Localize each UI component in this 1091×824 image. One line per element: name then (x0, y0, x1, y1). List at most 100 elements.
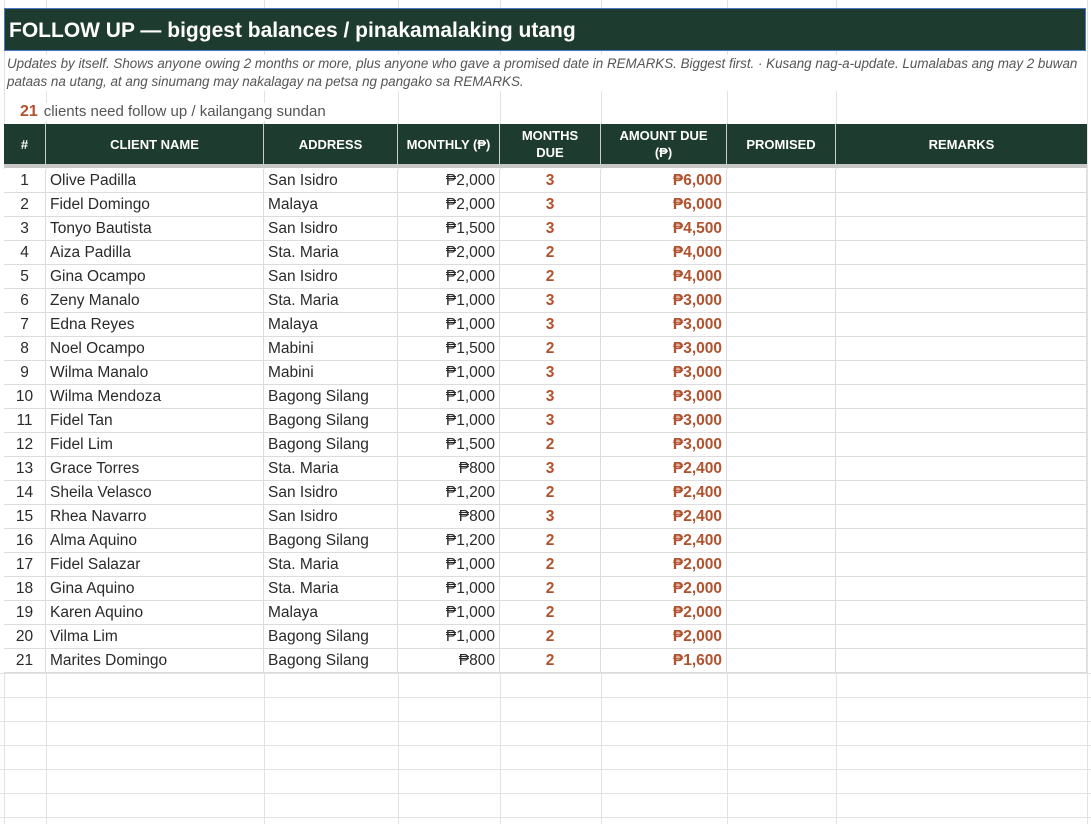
cell-number[interactable]: 20 (4, 625, 46, 649)
cell-amount-due[interactable]: ₱3,000 (601, 385, 727, 409)
cell-address[interactable]: Sta. Maria (264, 289, 398, 313)
cell-months-due[interactable]: 2 (500, 553, 601, 577)
cell-monthly[interactable]: ₱1,500 (398, 337, 500, 361)
cell-months-due[interactable]: 2 (500, 241, 601, 265)
cell-promised[interactable] (727, 481, 836, 505)
cell-monthly[interactable]: ₱1,000 (398, 361, 500, 385)
header-amount-due[interactable]: AMOUNT DUE (₱) (601, 124, 727, 164)
cell-remarks[interactable] (836, 169, 1087, 193)
cell-remarks[interactable] (836, 289, 1087, 313)
cell-months-due[interactable]: 2 (500, 577, 601, 601)
cell-monthly[interactable]: ₱2,000 (398, 241, 500, 265)
cell-months-due[interactable]: 3 (500, 409, 601, 433)
cell-client-name[interactable]: Vilma Lim (46, 625, 264, 649)
cell-client-name[interactable]: Fidel Tan (46, 409, 264, 433)
cell-number[interactable]: 18 (4, 577, 46, 601)
cell-client-name[interactable]: Olive Padilla (46, 169, 264, 193)
cell-client-name[interactable]: Tonyo Bautista (46, 217, 264, 241)
cell-monthly[interactable]: ₱1,000 (398, 625, 500, 649)
cell-remarks[interactable] (836, 385, 1087, 409)
cell-amount-due[interactable]: ₱2,400 (601, 481, 727, 505)
sheet-description[interactable]: Updates by itself. Shows anyone owing 2 … (7, 55, 1085, 91)
cell-address[interactable]: Sta. Maria (264, 457, 398, 481)
cell-months-due[interactable]: 3 (500, 193, 601, 217)
cell-promised[interactable] (727, 385, 836, 409)
cell-number[interactable]: 21 (4, 649, 46, 673)
cell-promised[interactable] (727, 265, 836, 289)
cell-client-name[interactable]: Grace Torres (46, 457, 264, 481)
cell-monthly[interactable]: ₱2,000 (398, 193, 500, 217)
cell-promised[interactable] (727, 361, 836, 385)
cell-client-name[interactable]: Gina Ocampo (46, 265, 264, 289)
cell-client-name[interactable]: Sheila Velasco (46, 481, 264, 505)
cell-number[interactable]: 5 (4, 265, 46, 289)
cell-amount-due[interactable]: ₱6,000 (601, 169, 727, 193)
cell-amount-due[interactable]: ₱2,000 (601, 601, 727, 625)
cell-remarks[interactable] (836, 529, 1087, 553)
cell-monthly[interactable]: ₱1,500 (398, 433, 500, 457)
cell-client-name[interactable]: Aiza Padilla (46, 241, 264, 265)
cell-remarks[interactable] (836, 433, 1087, 457)
cell-amount-due[interactable]: ₱3,000 (601, 409, 727, 433)
header-address[interactable]: ADDRESS (264, 124, 398, 164)
cell-amount-due[interactable]: ₱4,000 (601, 241, 727, 265)
cell-number[interactable]: 4 (4, 241, 46, 265)
cell-months-due[interactable]: 2 (500, 649, 601, 673)
cell-address[interactable]: Mabini (264, 361, 398, 385)
cell-amount-due[interactable]: ₱3,000 (601, 433, 727, 457)
cell-address[interactable]: Bagong Silang (264, 529, 398, 553)
cell-remarks[interactable] (836, 601, 1087, 625)
cell-monthly[interactable]: ₱800 (398, 457, 500, 481)
cell-monthly[interactable]: ₱1,000 (398, 577, 500, 601)
cell-promised[interactable] (727, 505, 836, 529)
cell-remarks[interactable] (836, 217, 1087, 241)
cell-number[interactable]: 15 (4, 505, 46, 529)
cell-promised[interactable] (727, 337, 836, 361)
cell-promised[interactable] (727, 625, 836, 649)
cell-client-name[interactable]: Wilma Mendoza (46, 385, 264, 409)
cell-client-name[interactable]: Noel Ocampo (46, 337, 264, 361)
cell-number[interactable]: 19 (4, 601, 46, 625)
cell-address[interactable]: Bagong Silang (264, 649, 398, 673)
cell-promised[interactable] (727, 649, 836, 673)
cell-address[interactable]: Sta. Maria (264, 241, 398, 265)
cell-promised[interactable] (727, 601, 836, 625)
cell-months-due[interactable]: 3 (500, 217, 601, 241)
cell-monthly[interactable]: ₱1,500 (398, 217, 500, 241)
cell-remarks[interactable] (836, 241, 1087, 265)
cell-remarks[interactable] (836, 265, 1087, 289)
cell-monthly[interactable]: ₱1,000 (398, 601, 500, 625)
cell-promised[interactable] (727, 313, 836, 337)
cell-promised[interactable] (727, 529, 836, 553)
cell-number[interactable]: 17 (4, 553, 46, 577)
cell-months-due[interactable]: 3 (500, 313, 601, 337)
cell-promised[interactable] (727, 241, 836, 265)
cell-months-due[interactable]: 3 (500, 361, 601, 385)
cell-remarks[interactable] (836, 553, 1087, 577)
cell-client-name[interactable]: Alma Aquino (46, 529, 264, 553)
cell-months-due[interactable]: 3 (500, 505, 601, 529)
cell-amount-due[interactable]: ₱1,600 (601, 649, 727, 673)
cell-number[interactable]: 11 (4, 409, 46, 433)
cell-remarks[interactable] (836, 481, 1087, 505)
cell-remarks[interactable] (836, 505, 1087, 529)
cell-address[interactable]: Sta. Maria (264, 553, 398, 577)
cell-amount-due[interactable]: ₱3,000 (601, 313, 727, 337)
cell-amount-due[interactable]: ₱2,000 (601, 553, 727, 577)
cell-months-due[interactable]: 2 (500, 265, 601, 289)
cell-amount-due[interactable]: ₱2,000 (601, 625, 727, 649)
cell-number[interactable]: 9 (4, 361, 46, 385)
cell-number[interactable]: 14 (4, 481, 46, 505)
cell-address[interactable]: San Isidro (264, 169, 398, 193)
cell-number[interactable]: 12 (4, 433, 46, 457)
cell-address[interactable]: Mabini (264, 337, 398, 361)
cell-monthly[interactable]: ₱1,000 (398, 289, 500, 313)
cell-address[interactable]: San Isidro (264, 505, 398, 529)
cell-client-name[interactable]: Edna Reyes (46, 313, 264, 337)
cell-amount-due[interactable]: ₱2,000 (601, 577, 727, 601)
cell-monthly[interactable]: ₱800 (398, 649, 500, 673)
cell-monthly[interactable]: ₱2,000 (398, 169, 500, 193)
cell-number[interactable]: 16 (4, 529, 46, 553)
cell-promised[interactable] (727, 577, 836, 601)
cell-client-name[interactable]: Zeny Manalo (46, 289, 264, 313)
